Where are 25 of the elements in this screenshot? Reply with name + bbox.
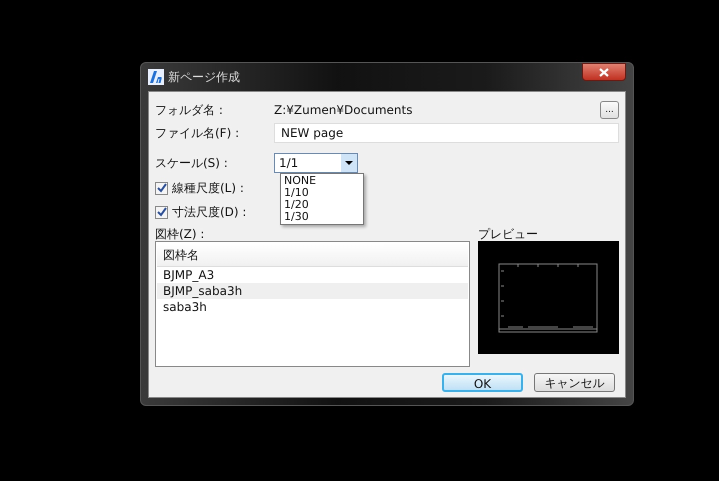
scale-label: スケール(S) : bbox=[155, 155, 229, 172]
folder-path: Z:¥Zumen¥Documents bbox=[274, 102, 414, 119]
cancel-button[interactable]: キャンセル bbox=[534, 373, 615, 392]
close-button[interactable] bbox=[582, 63, 626, 81]
checkbox-label: 寸法尺度(D) : bbox=[172, 204, 246, 221]
close-icon bbox=[599, 68, 609, 76]
dropdown-option[interactable]: 1/10 bbox=[281, 187, 363, 199]
scale-combo-box[interactable]: 1/1 bbox=[274, 153, 358, 173]
checkbox-label: 線種尺度(L) : bbox=[172, 180, 244, 197]
file-name-label: ファイル名(F) : bbox=[155, 125, 240, 142]
app-logo-icon bbox=[148, 69, 164, 85]
ok-button[interactable]: OK bbox=[442, 373, 523, 392]
preview-label: プレビュー bbox=[478, 227, 539, 241]
checkbox[interactable] bbox=[155, 182, 168, 194]
dropdown-option[interactable]: 1/20 bbox=[281, 199, 363, 211]
window-title: 新ページ作成 bbox=[168, 69, 240, 86]
frame-label: 図枠(Z) : bbox=[155, 227, 206, 241]
list-row[interactable]: BJMP_saba3h bbox=[157, 283, 468, 299]
scale-value: 1/1 bbox=[278, 155, 300, 172]
browse-button[interactable]: ... bbox=[600, 101, 619, 119]
dropdown-option[interactable]: NONE bbox=[281, 175, 363, 187]
folder-label: フォルダ名 : bbox=[155, 102, 224, 119]
file-name-field[interactable]: NEW page bbox=[274, 123, 619, 143]
checkbox[interactable] bbox=[155, 206, 168, 218]
dropdown-option[interactable]: 1/30 bbox=[281, 211, 363, 223]
